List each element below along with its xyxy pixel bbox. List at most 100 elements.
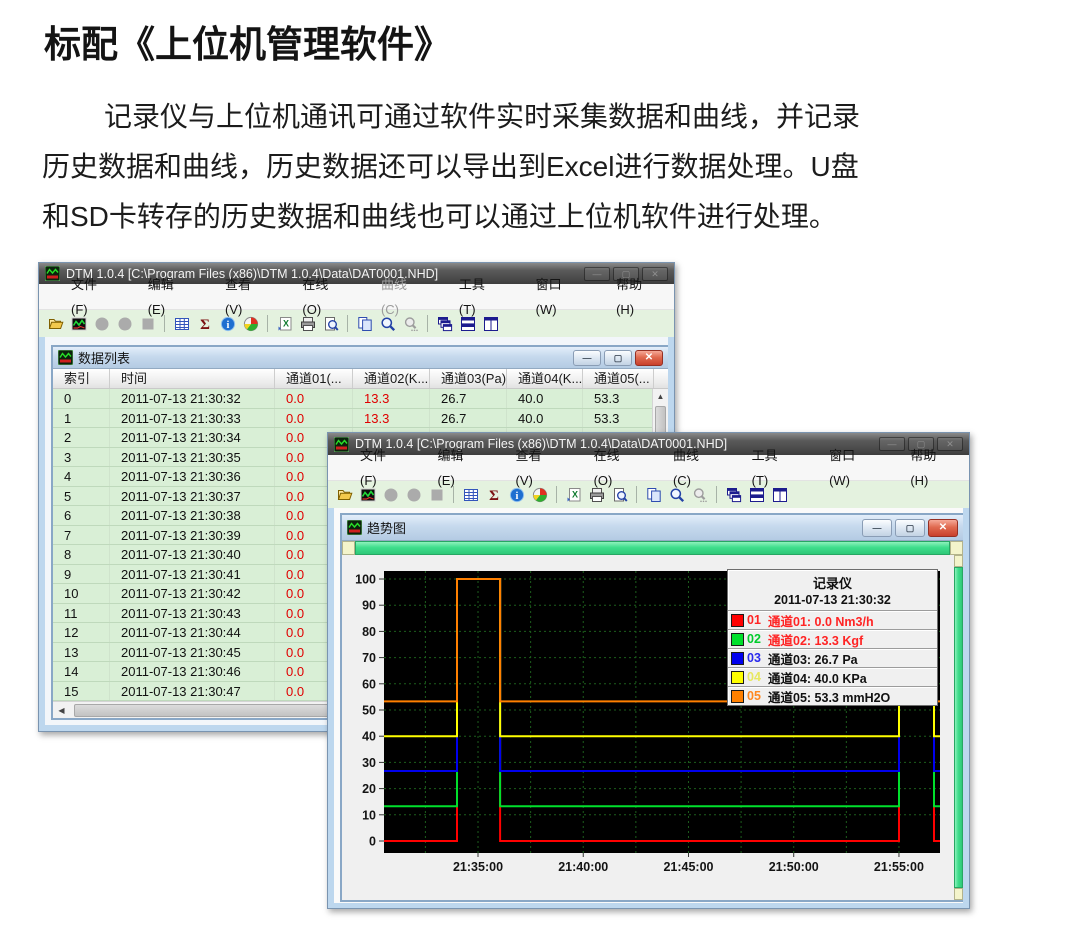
table-cell: 2011-07-13 21:30:32: [110, 389, 275, 408]
cascade-windows-button[interactable]: [434, 314, 455, 333]
table-cell: 2011-07-13 21:30:45: [110, 643, 275, 662]
info-icon: i: [509, 487, 525, 503]
legend-swatch: [731, 690, 744, 703]
vertical-scroll-track[interactable]: [954, 567, 963, 888]
zoom-icon: [380, 316, 396, 332]
column-header[interactable]: 时间: [110, 369, 275, 388]
table-cell: 0.0: [275, 389, 353, 408]
info-button[interactable]: i: [506, 485, 527, 504]
print-button[interactable]: [586, 485, 607, 504]
legend-channel-number: 03: [744, 651, 768, 665]
menu-item-帮助[interactable]: 帮助(H): [596, 272, 674, 322]
print-preview-button[interactable]: [609, 485, 630, 504]
svg-text:Σ: Σ: [489, 488, 499, 503]
pie-chart-icon: [532, 487, 548, 503]
legend-swatch: [731, 614, 744, 627]
datalist-close-button[interactable]: ✕: [635, 350, 663, 366]
svg-text:X: X: [571, 489, 577, 499]
tile-horizontal-button[interactable]: [746, 485, 767, 504]
legend-channel-number: 02: [744, 632, 768, 646]
zoom-button[interactable]: [377, 314, 398, 333]
print-preview-icon: [612, 487, 628, 503]
trend-horizontal-scrollbar[interactable]: [342, 541, 963, 555]
print-preview-button[interactable]: [320, 314, 341, 333]
record-button: [380, 485, 401, 504]
app-chart-button[interactable]: [357, 485, 378, 504]
open-file-button[interactable]: [334, 485, 355, 504]
app-chart-icon: [360, 487, 376, 503]
chart-legend: 记录仪 2011-07-13 21:30:32 01通道01: 0.0 Nm3/…: [727, 569, 938, 706]
scroll-up-icon[interactable]: ▲: [653, 389, 668, 405]
copy-button[interactable]: [643, 485, 664, 504]
copy-button[interactable]: [354, 314, 375, 333]
cascade-windows-button[interactable]: [723, 485, 744, 504]
column-header[interactable]: 索引: [53, 369, 110, 388]
scroll-left-icon[interactable]: ◀: [53, 706, 70, 715]
pie-chart-button[interactable]: [529, 485, 550, 504]
table-cell: 0.0: [275, 409, 353, 428]
table-row[interactable]: 12011-07-13 21:30:330.013.326.740.053.3: [53, 409, 668, 429]
trend-minimize-button[interactable]: —: [862, 519, 892, 537]
excel-export-button[interactable]: X: [563, 485, 584, 504]
data-table-button[interactable]: [171, 314, 192, 333]
trend-close-button[interactable]: ✕: [928, 519, 958, 537]
trend-titlebar[interactable]: 趋势图 — ▢ ✕: [342, 515, 963, 541]
pie-chart-button[interactable]: [240, 314, 261, 333]
excel-export-button[interactable]: X: [274, 314, 295, 333]
datalist-minimize-button[interactable]: —: [573, 350, 601, 366]
datalist-maximize-button[interactable]: ▢: [604, 350, 632, 366]
y-axis-label: 80: [362, 625, 376, 639]
datalist-icon: [58, 350, 73, 365]
table-cell: 0: [53, 389, 110, 408]
scroll-down-button[interactable]: [954, 888, 963, 900]
open-file-button[interactable]: [45, 314, 66, 333]
table-cell: 2011-07-13 21:30:33: [110, 409, 275, 428]
menu-item-窗口[interactable]: 窗口(W): [516, 272, 596, 322]
datalist-titlebar[interactable]: 数据列表 — ▢ ✕: [53, 347, 668, 369]
column-header[interactable]: 通道01(...: [275, 369, 353, 388]
svg-text:X: X: [282, 318, 288, 328]
tile-vertical-button[interactable]: [769, 485, 790, 504]
info-button[interactable]: i: [217, 314, 238, 333]
scroll-left-button[interactable]: [342, 541, 355, 555]
column-header[interactable]: 通道04(K...: [507, 369, 583, 388]
print-button[interactable]: [297, 314, 318, 333]
column-header[interactable]: 通道02(K...: [353, 369, 430, 388]
zoom-icon: [403, 316, 419, 332]
trend-vertical-scrollbar[interactable]: [954, 555, 963, 900]
legend-channel-number: 04: [744, 670, 768, 684]
sigma-button[interactable]: Σ: [483, 485, 504, 504]
toolbar-separator: [636, 486, 637, 503]
paragraph-line: 历史数据和曲线，历史数据还可以导出到Excel进行数据处理。U盘: [42, 142, 952, 192]
table-cell: 2011-07-13 21:30:34: [110, 428, 275, 447]
cascade-windows-icon: [726, 487, 742, 503]
menu-item-帮助[interactable]: 帮助(H): [890, 443, 969, 493]
trend-window: 趋势图 — ▢ ✕ 010203040506070809010021:35:00…: [340, 513, 963, 902]
horizontal-scroll-track[interactable]: [355, 541, 950, 555]
column-header[interactable]: 通道03(Pa): [430, 369, 507, 388]
column-header[interactable]: 通道05(...: [583, 369, 654, 388]
trend-title: 趋势图: [367, 518, 859, 537]
data-table-button[interactable]: [460, 485, 481, 504]
window-dtm-trend: DTM 1.0.4 [C:\Program Files (x86)\DTM 1.…: [327, 432, 970, 909]
table-cell: 12: [53, 623, 110, 642]
pie-chart-icon: [243, 316, 259, 332]
scroll-right-button[interactable]: [950, 541, 963, 555]
stop-button: [137, 314, 158, 333]
app-chart-button[interactable]: [68, 314, 89, 333]
y-axis-label: 90: [362, 599, 376, 613]
window2-menubar: 文件(F)编辑(E)查看(V)在线(O)曲线(C)工具(T)窗口(W)帮助(H): [328, 455, 969, 481]
sigma-button[interactable]: Σ: [194, 314, 215, 333]
tile-horizontal-button[interactable]: [457, 314, 478, 333]
y-axis-label: 70: [362, 651, 376, 665]
data-table-icon: [463, 487, 479, 503]
toolbar-separator: [164, 315, 165, 332]
menu-item-窗口[interactable]: 窗口(W): [809, 443, 890, 493]
y-axis-label: 50: [362, 704, 376, 718]
trend-maximize-button[interactable]: ▢: [895, 519, 925, 537]
print-icon: [589, 487, 605, 503]
tile-vertical-button[interactable]: [480, 314, 501, 333]
zoom-button[interactable]: [666, 485, 687, 504]
scroll-up-button[interactable]: [954, 555, 963, 567]
table-row[interactable]: 02011-07-13 21:30:320.013.326.740.053.3: [53, 389, 668, 409]
